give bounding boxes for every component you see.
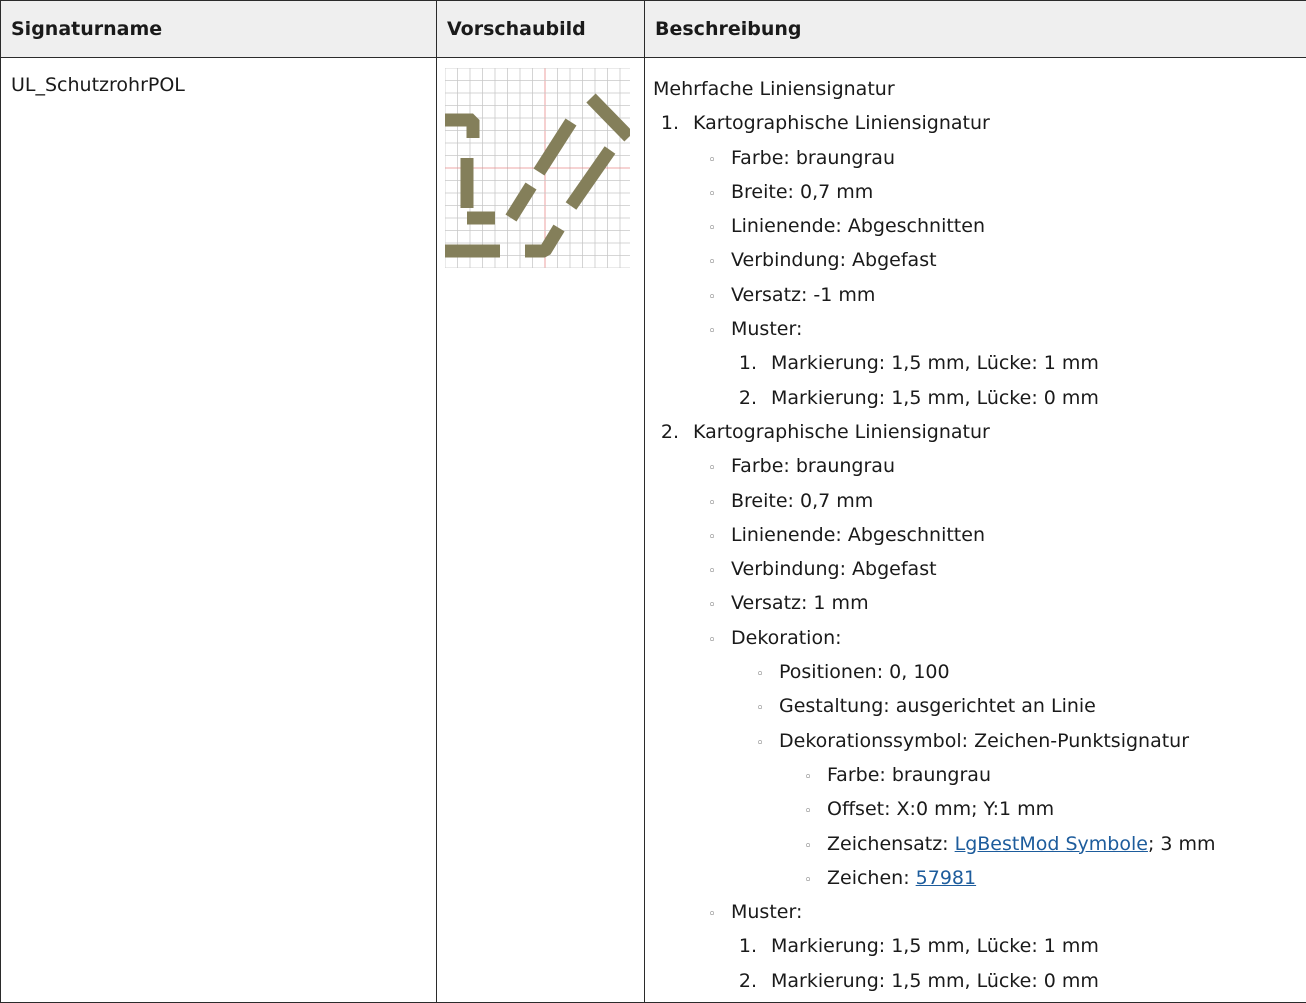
muster-item: 2. Markierung: 1,5 mm, Lücke: 0 mm — [738, 386, 1099, 409]
symbol-offset: ◦ Offset: X:0 mm; Y:1 mm — [653, 792, 1298, 826]
list-number: 1. — [660, 112, 679, 135]
symbol-farbe: ◦ Farbe: braungrau — [653, 758, 1298, 792]
bullet-icon: ◦ — [708, 324, 716, 340]
symbol-zeichen: ◦ Zeichen: 57981 — [653, 861, 1298, 895]
bullet-icon: ◦ — [708, 255, 716, 271]
preview-symbol — [445, 93, 634, 258]
preview-line-left-part — [445, 113, 480, 138]
bullet-icon: ◦ — [708, 495, 716, 511]
prop-breite: ◦ Breite: 0,7 mm — [653, 175, 1298, 209]
header-vorschaubild: Vorschaubild — [436, 0, 645, 58]
prop-versatz: ◦ Versatz: 1 mm — [653, 586, 1298, 620]
bullet-icon: ◦ — [708, 564, 716, 580]
preview-line-outer-part — [565, 146, 616, 210]
bullet-icon: ◦ — [708, 632, 716, 648]
preview-line-inner-part — [505, 182, 537, 222]
description-cell: Mehrfache Liniensignatur 1. Kartographisc… — [644, 57, 1306, 1003]
prop-farbe: ◦ Farbe: braungrau — [653, 449, 1298, 483]
bullet-icon: ◦ — [804, 804, 812, 820]
deko-gestaltung: ◦ Gestaltung: ausgerichtet an Linie — [653, 689, 1298, 723]
bullet-icon: ◦ — [708, 186, 716, 202]
prop-muster: ◦ Muster: — [653, 895, 1298, 929]
signature-name: UL_SchutzrohrPOL — [11, 74, 185, 96]
table-header-row: Signaturname Vorschaubild Beschreibung — [0, 0, 1306, 58]
prop-versatz: ◦ Versatz: -1 mm — [653, 278, 1298, 312]
bullet-icon: ◦ — [756, 667, 764, 683]
bullet-icon: ◦ — [804, 838, 812, 854]
prop-linienende: ◦ Linienende: Abgeschnitten — [653, 209, 1298, 243]
bullet-icon: ◦ — [756, 735, 764, 751]
line-symbol-preview — [444, 67, 646, 269]
list-item-title: Kartographische Liniensignatur — [693, 112, 990, 135]
preview-line-outer-part — [586, 93, 634, 142]
bullet-icon: ◦ — [708, 221, 716, 237]
preview-line-inner-part — [533, 118, 577, 176]
bullet-icon: ◦ — [708, 907, 716, 923]
header-signaturname: Signaturname — [0, 0, 437, 58]
bullet-icon: ◦ — [804, 872, 812, 888]
symbol-zeichensatz: ◦ Zeichensatz: LgBestMod Symbole; 3 mm — [653, 827, 1298, 861]
muster-item: 1. Markierung: 1,5 mm, Lücke: 1 mm — [738, 352, 1099, 375]
header-beschreibung: Beschreibung — [644, 0, 1306, 58]
prop-dekoration: ◦ Dekoration: — [653, 621, 1298, 655]
preview-image — [444, 67, 646, 269]
preview-cell — [436, 57, 646, 1003]
description-intro: Mehrfache Liniensignatur — [653, 78, 895, 100]
signature-name-cell: UL_SchutzrohrPOL — [0, 57, 437, 1003]
prop-breite: ◦ Breite: 0,7 mm — [653, 484, 1298, 518]
list-item-1: 1. Kartographische Liniensignatur — [653, 106, 1298, 140]
zeichen-link[interactable]: 57981 — [916, 867, 976, 889]
prop-linienende: ◦ Linienende: Abgeschnitten — [653, 518, 1298, 552]
bullet-icon: ◦ — [708, 598, 716, 614]
preview-line-inner-part — [525, 224, 565, 258]
bullet-icon: ◦ — [756, 701, 764, 717]
list-item-2: 2. Kartographische Liniensignatur — [653, 415, 1298, 449]
muster-item: 1. Markierung: 1,5 mm, Lücke: 1 mm — [738, 935, 1099, 958]
prop-farbe: ◦ Farbe: braungrau — [653, 141, 1298, 175]
bullet-icon: ◦ — [708, 529, 716, 545]
list-number: 2. — [660, 420, 679, 443]
prop-muster: ◦ Muster: — [653, 312, 1298, 346]
prop-verbindung: ◦ Verbindung: Abgefast — [653, 243, 1298, 277]
table-row: UL_SchutzrohrPOL Mehrfache Liniensignatu… — [0, 57, 1306, 1003]
bullet-icon: ◦ — [708, 289, 716, 305]
muster-item: 2. Markierung: 1,5 mm, Lücke: 0 mm — [738, 969, 1099, 992]
deko-positionen: ◦ Positionen: 0, 100 — [653, 655, 1298, 689]
deko-symbol: ◦ Dekorationssymbol: Zeichen-Punktsignatu… — [653, 724, 1298, 758]
signature-table: Signaturname Vorschaubild Beschreibung U… — [0, 0, 1306, 1003]
list-item-title: Kartographische Liniensignatur — [693, 420, 990, 443]
bullet-icon: ◦ — [708, 461, 716, 477]
bullet-icon: ◦ — [804, 769, 812, 785]
bullet-icon: ◦ — [708, 152, 716, 168]
zeichensatz-link[interactable]: LgBestMod Symbole — [955, 833, 1148, 855]
prop-verbindung: ◦ Verbindung: Abgefast — [653, 552, 1298, 586]
